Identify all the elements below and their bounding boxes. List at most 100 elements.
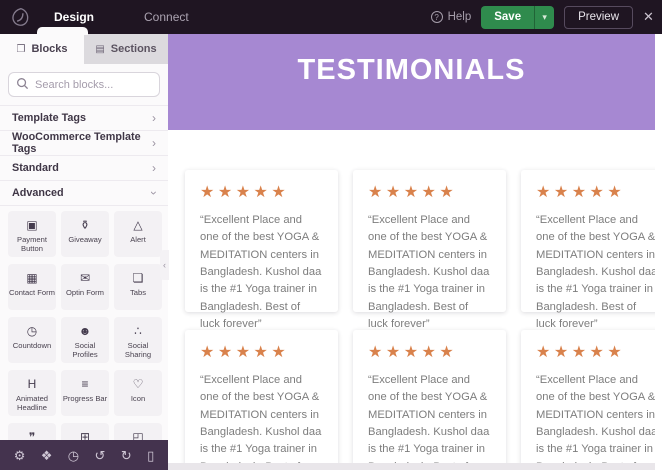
close-icon[interactable]: ✕: [643, 9, 657, 25]
chevron-right-icon: ›: [152, 112, 156, 124]
testimonials-grid: ★★★★★ “Excellent Place and one of the be…: [168, 170, 655, 470]
testimonial-card[interactable]: ★★★★★ “Excellent Place and one of the be…: [521, 170, 655, 312]
sections-icon: ▤: [95, 44, 104, 55]
accordion-label: Standard: [12, 162, 59, 174]
accordion-label: Advanced: [12, 187, 64, 199]
section-title[interactable]: TESTIMONIALS: [298, 54, 526, 87]
block-tile-label: Icon: [131, 394, 145, 403]
top-bar: Design Connect ? Help Save ▾ Preview ✕: [0, 0, 662, 34]
block-tile-contact-form[interactable]: ▦ Contact Form: [8, 264, 56, 310]
tab-sections[interactable]: ▤ Sections: [84, 34, 168, 64]
tab-sections-label: Sections: [111, 43, 157, 55]
social-profiles-icon: ☻: [79, 324, 92, 338]
chevron-right-icon: ›: [152, 162, 156, 174]
block-tile-social-profiles[interactable]: ☻ Social Profiles: [61, 317, 109, 363]
block-tile-label: Social Profiles: [61, 341, 109, 360]
preview-button[interactable]: Preview: [564, 6, 633, 29]
testimonial-card[interactable]: ★★★★★ “Excellent Place and one of the be…: [353, 170, 506, 312]
search-icon: [16, 77, 29, 90]
giveaway-icon: ⚱: [80, 218, 90, 232]
star-rating: ★★★★★: [200, 345, 323, 361]
seedprod-logo[interactable]: [0, 0, 40, 34]
testimonial-card[interactable]: ★★★★★ “Excellent Place and one of the be…: [521, 330, 655, 470]
accordion-advanced[interactable]: Advanced ›: [0, 181, 168, 206]
star-rating: ★★★★★: [368, 185, 491, 201]
accordion-label: Template Tags: [12, 112, 86, 124]
contact-form-icon: ▦: [26, 271, 37, 285]
testimonial-text: “Excellent Place and one of the best YOG…: [368, 372, 491, 470]
next-section-edge: [168, 463, 655, 470]
star-rating: ★★★★★: [368, 345, 491, 361]
block-tile-alert[interactable]: △ Alert: [114, 211, 162, 257]
tab-blocks-label: Blocks: [31, 43, 67, 55]
search-blocks-input[interactable]: [8, 72, 160, 97]
star-rating: ★★★★★: [536, 345, 655, 361]
block-tile-progress-bar[interactable]: ≡ Progress Bar: [61, 370, 109, 416]
save-button[interactable]: Save: [481, 6, 534, 29]
block-tile-label: Optin Form: [66, 288, 104, 297]
social-sharing-icon: ∴: [134, 324, 142, 338]
layers-icon[interactable]: ❖: [41, 449, 53, 462]
icon-block-icon: ♡: [133, 377, 144, 391]
block-tile-giveaway[interactable]: ⚱ Giveaway: [61, 211, 109, 257]
block-tile-label: Tabs: [130, 288, 146, 297]
undo-icon[interactable]: ↺: [95, 449, 106, 462]
editor-canvas: TESTIMONIALS ★★★★★ “Excellent Place and …: [168, 34, 662, 470]
redo-icon[interactable]: ↻: [121, 449, 132, 462]
revision-history-icon[interactable]: ◷: [68, 449, 79, 462]
star-rating: ★★★★★: [200, 185, 323, 201]
save-dropdown-caret[interactable]: ▾: [534, 6, 554, 29]
block-tile-optin-form[interactable]: ✉ Optin Form: [61, 264, 109, 310]
tabs-icon: ❏: [133, 271, 144, 285]
testimonial-card[interactable]: ★★★★★ “Excellent Place and one of the be…: [185, 170, 338, 312]
canvas-viewport: TESTIMONIALS ★★★★★ “Excellent Place and …: [168, 34, 655, 470]
active-tab-notch: [37, 27, 88, 35]
block-tile-animated-headline[interactable]: H Animated Headline: [8, 370, 56, 416]
help-button[interactable]: ? Help: [431, 11, 472, 23]
testimonial-text: “Excellent Place and one of the best YOG…: [536, 372, 655, 470]
block-tile-label: Payment Button: [8, 235, 56, 254]
payment-button-icon: ▣: [26, 218, 37, 232]
testimonials-header-section[interactable]: TESTIMONIALS: [168, 34, 655, 130]
testimonial-text: “Excellent Place and one of the best YOG…: [200, 212, 323, 334]
alert-icon: △: [133, 218, 142, 232]
chevron-down-icon: ›: [148, 191, 160, 195]
block-tile-label: Animated Headline: [8, 394, 56, 413]
block-tile-countdown[interactable]: ◷ Countdown: [8, 317, 56, 363]
star-rating: ★★★★★: [536, 185, 655, 201]
tab-connect[interactable]: Connect: [130, 0, 203, 34]
tab-blocks[interactable]: ❒ Blocks: [0, 34, 84, 64]
testimonial-card[interactable]: ★★★★★ “Excellent Place and one of the be…: [185, 330, 338, 470]
chevron-right-icon: ›: [152, 137, 156, 149]
testimonial-text: “Excellent Place and one of the best YOG…: [536, 212, 655, 334]
block-tile-label: Countdown: [13, 341, 51, 350]
testimonial-card[interactable]: ★★★★★ “Excellent Place and one of the be…: [353, 330, 506, 470]
block-tile-label: Social Sharing: [114, 341, 162, 360]
advanced-blocks-grid: ▣ Payment Button ⚱ Giveaway △ Alert ▦ Co…: [0, 206, 168, 470]
block-tile-label: Alert: [130, 235, 146, 244]
page-builder-app: Design Connect ? Help Save ▾ Preview ✕ ❒…: [0, 0, 662, 470]
sidebar-collapse-handle[interactable]: ‹: [160, 250, 169, 280]
block-tile-tabs[interactable]: ❏ Tabs: [114, 264, 162, 310]
settings-gear-icon[interactable]: ⚙: [14, 449, 26, 462]
testimonial-text: “Excellent Place and one of the best YOG…: [368, 212, 491, 334]
help-label: Help: [448, 11, 472, 23]
block-tile-icon[interactable]: ♡ Icon: [114, 370, 162, 416]
block-tile-social-sharing[interactable]: ∴ Social Sharing: [114, 317, 162, 363]
blocks-sidebar: ❒ Blocks ▤ Sections Template Tags › WooC…: [0, 34, 168, 470]
animated-headline-icon: H: [28, 377, 37, 391]
block-tile-payment-button[interactable]: ▣ Payment Button: [8, 211, 56, 257]
block-tile-label: Giveaway: [68, 235, 101, 244]
accordion-template-tags[interactable]: Template Tags ›: [0, 106, 168, 131]
accordion-woocommerce-template-tags[interactable]: WooCommerce Template Tags ›: [0, 131, 168, 156]
accordion-standard[interactable]: Standard ›: [0, 156, 168, 181]
countdown-icon: ◷: [27, 324, 37, 338]
builder-bottom-toolbar: ⚙ ❖ ◷ ↺ ↻ ▯: [0, 440, 168, 470]
help-icon: ?: [431, 11, 443, 23]
blocks-icon: ❒: [16, 44, 25, 55]
optin-form-icon: ✉: [80, 271, 90, 285]
block-tile-label: Contact Form: [9, 288, 55, 297]
progress-bar-icon: ≡: [81, 377, 88, 391]
testimonial-text: “Excellent Place and one of the best YOG…: [200, 372, 323, 470]
mobile-preview-icon[interactable]: ▯: [147, 449, 154, 462]
